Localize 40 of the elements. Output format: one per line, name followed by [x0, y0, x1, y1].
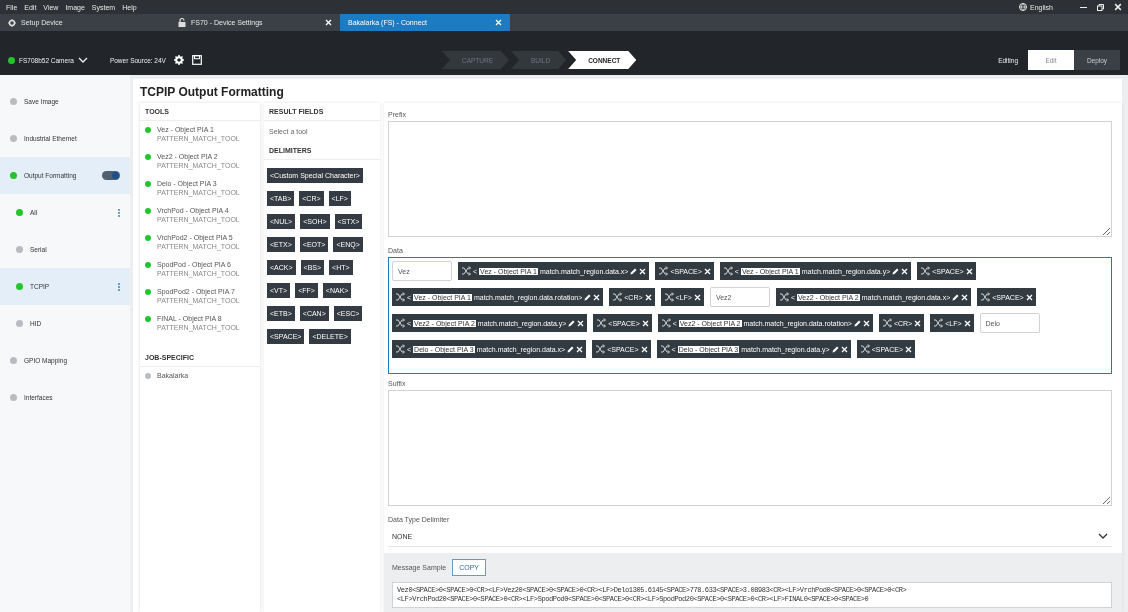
shuffle-icon[interactable]: [461, 266, 471, 276]
toggle-switch[interactable]: [102, 171, 120, 180]
shuffle-icon[interactable]: [596, 318, 607, 328]
chevron-down-icon[interactable]: [1098, 533, 1108, 539]
shuffle-icon[interactable]: [920, 266, 931, 276]
shuffle-icon[interactable]: [859, 344, 870, 354]
shuffle-icon[interactable]: [658, 266, 669, 276]
pencil-icon[interactable]: [831, 345, 839, 353]
shuffle-icon[interactable]: [660, 318, 671, 328]
shuffle-icon[interactable]: [980, 292, 991, 302]
pencil-icon[interactable]: [892, 267, 900, 275]
shuffle-icon[interactable]: [395, 318, 405, 328]
shuffle-icon[interactable]: [881, 318, 892, 328]
pencil-icon[interactable]: [568, 319, 576, 327]
pencil-icon[interactable]: [584, 293, 592, 301]
shuffle-icon[interactable]: [595, 344, 606, 354]
shuffle-icon[interactable]: [778, 292, 789, 302]
shuffle-icon[interactable]: [933, 318, 944, 328]
shuffle-icon[interactable]: [612, 292, 623, 302]
globe-icon[interactable]: [1019, 3, 1028, 11]
pencil-icon[interactable]: [853, 319, 861, 327]
prefix-field[interactable]: [388, 121, 1112, 237]
gear-icon: [8, 18, 16, 27]
settings-icon[interactable]: [173, 55, 184, 65]
suffix-field[interactable]: [388, 390, 1112, 506]
shuffle-icon[interactable]: [722, 266, 733, 276]
save-icon[interactable]: [191, 55, 202, 65]
restore-icon[interactable]: [1097, 3, 1104, 11]
pencil-icon[interactable]: [567, 345, 575, 353]
shuffle-icon[interactable]: [395, 344, 405, 354]
page-title: TCPIP Output Formatting: [140, 84, 285, 101]
pencil-icon[interactable]: [952, 293, 960, 301]
close-icon[interactable]: [1114, 3, 1122, 11]
data-field[interactable]: [388, 257, 1112, 374]
shuffle-icon[interactable]: [659, 344, 670, 354]
shuffle-icon[interactable]: [663, 292, 674, 302]
lock-icon: [178, 18, 186, 27]
status-dot: [8, 56, 15, 64]
pencil-icon[interactable]: [630, 267, 638, 275]
shuffle-icon[interactable]: [395, 292, 405, 302]
